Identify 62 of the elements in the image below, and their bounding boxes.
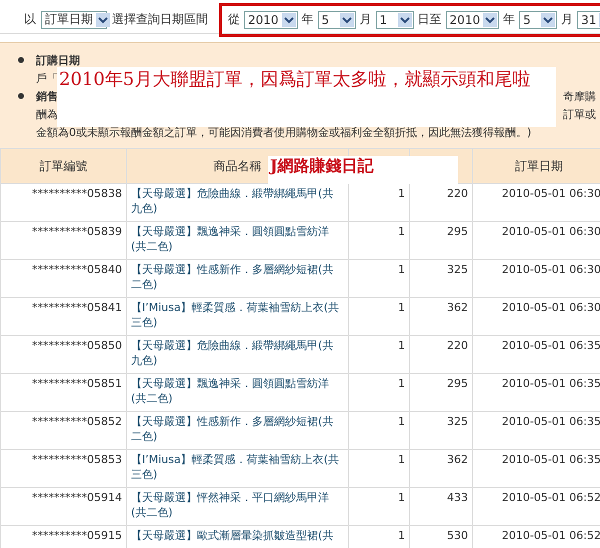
date-type-select[interactable]: 訂單日期 (41, 10, 107, 28)
product-link[interactable]: 【I’Miusa】輕柔質感．荷葉袖雪紡上衣(共三色) (126, 298, 348, 336)
notice-text: 訂購日期 (36, 52, 80, 68)
notice-text: 奇摩購 (563, 88, 596, 104)
table-cell: **********05851 (0, 374, 126, 412)
product-link[interactable]: 【天母嚴選】飄逸神采．圓領圓點雪紡洋(共二色) (126, 222, 348, 260)
table-cell: **********05838 (0, 184, 126, 222)
table-cell: 1 (348, 450, 410, 488)
notice-text: 酬為 (36, 106, 58, 122)
date-select[interactable]: 5 (519, 10, 558, 28)
date-label: 從 (228, 11, 240, 28)
date-select[interactable]: 31 (577, 10, 600, 28)
product-link[interactable]: 【天母嚴選】性感新作．多層網紗短裙(共二色) (126, 412, 348, 450)
date-select[interactable]: 5 (318, 10, 356, 28)
table-cell: **********05840 (0, 260, 126, 298)
table-cell: 1 (348, 374, 410, 412)
table-cell: 1 (348, 260, 410, 298)
table-cell: **********05850 (0, 336, 126, 374)
date-label: 日至 (418, 11, 442, 28)
date-label: 年 (302, 11, 314, 28)
table-cell: 1 (348, 488, 410, 526)
table-cell: 325 (410, 412, 472, 450)
table-cell: 325 (410, 260, 472, 298)
product-link[interactable]: 【天母嚴選】飄逸神采．圓領圓點雪紡洋(共二色) (126, 374, 348, 412)
caption-overlay: 2010年5月大聯盟訂單，因爲訂單太多啦，就顯示頭和尾啦 (57, 67, 556, 127)
table-cell: 1 (348, 222, 410, 260)
table-cell: 220 (410, 336, 472, 374)
product-link[interactable]: 【天母嚴選】性感新作．多層網紗短裙(共二色) (126, 260, 348, 298)
filter-prefix: 以 (24, 11, 36, 28)
column-header: 訂單日期 (472, 148, 600, 184)
date-label: 年 (503, 11, 516, 28)
table-cell: 362 (410, 298, 472, 336)
table-cell: 362 (410, 450, 472, 488)
table-cell: **********05915 (0, 526, 126, 548)
product-link[interactable]: 【天母嚴選】怦然神采．平口網紗馬甲洋(共二色) (126, 488, 348, 526)
table-cell: **********05852 (0, 412, 126, 450)
bullet-icon (18, 57, 24, 63)
table-cell: **********05853 (0, 450, 126, 488)
notice-text: 金額為0或未顯示報酬金額之訂單，可能因消費者使用購物金或福利金全額折抵，因此無法獲得報酬。) (36, 124, 532, 140)
table-cell: **********05841 (0, 298, 126, 336)
table-cell: **********05839 (0, 222, 126, 260)
notice-text: 訂單或 (563, 106, 596, 122)
date-label: 月 (561, 11, 574, 28)
table-cell: 1 (348, 336, 410, 374)
table-cell: **********05914 (0, 488, 126, 526)
bullet-icon (18, 93, 24, 99)
date-select[interactable]: 2010 (446, 10, 500, 28)
watermark-overlay: J網路賺錢日記 (268, 156, 458, 184)
date-select[interactable]: 2010 (244, 10, 298, 28)
table-cell: 1 (348, 412, 410, 450)
notice-text: 戶「 (36, 70, 58, 86)
date-label: 月 (360, 11, 372, 28)
product-link[interactable]: 【天母嚴選】危險曲線．緞帶綁繩馬甲(共九色) (126, 336, 348, 374)
notice-text: 銷售 (36, 88, 58, 104)
table-cell: 295 (410, 374, 472, 412)
table-cell: 1 (348, 298, 410, 336)
date-select[interactable]: 1 (376, 10, 414, 28)
column-header: 訂單編號 (0, 148, 126, 184)
product-link[interactable]: 【I’Miusa】輕柔質感．荷葉袖雪紡上衣(共三色) (126, 450, 348, 488)
table-cell: 433 (410, 488, 472, 526)
table-cell: 295 (410, 222, 472, 260)
filter-hint: 選擇查詢日期區間 (112, 11, 208, 28)
